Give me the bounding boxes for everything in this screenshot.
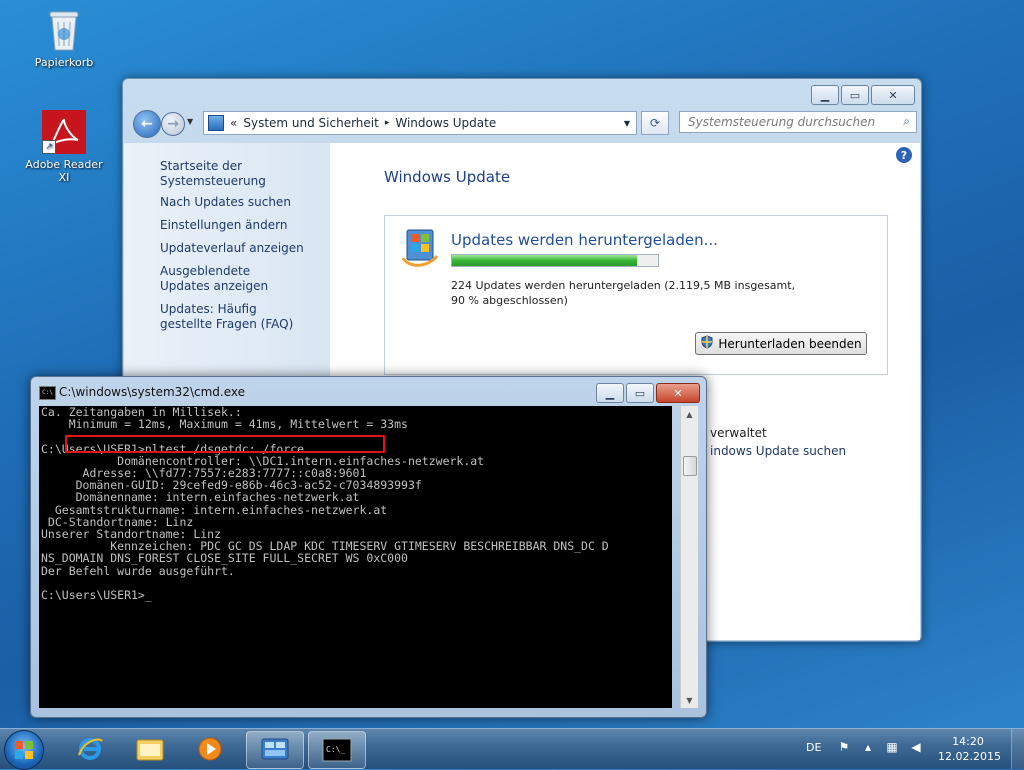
address-bar-row: ← → ▼ « System und Sicherheit ▸ Windows … [131, 109, 917, 138]
update-status-panel: Updates werden heruntergeladen... 224 Up… [384, 215, 888, 375]
clock-date: 12.02.2015 [938, 750, 1001, 763]
breadcrumb-separator[interactable]: ▸ [385, 118, 390, 128]
update-heading: Updates werden heruntergeladen... [451, 231, 718, 249]
cmd-maximize-button[interactable]: ▭ [626, 383, 654, 403]
minimize-icon: ▁ [820, 88, 830, 102]
shortcut-arrow-icon: ↗ [42, 140, 56, 154]
scroll-up-icon[interactable]: ▲ [681, 406, 698, 422]
uac-shield-icon [700, 335, 714, 352]
close-icon: ✕ [673, 386, 683, 400]
internet-explorer-icon [78, 738, 103, 760]
search-updates-link[interactable]: indows Update suchen [710, 444, 846, 458]
window-caption-buttons: ▁ ▭ ✕ [811, 85, 915, 105]
progress-fill [452, 255, 638, 266]
search-icon[interactable]: ⌕ [903, 114, 910, 129]
cmd-close-button[interactable]: ✕ [656, 383, 700, 403]
sidebar-item-check-updates[interactable]: Nach Updates suchen [160, 195, 320, 210]
start-button[interactable] [4, 730, 44, 770]
sidebar-item-history[interactable]: Updateverlauf anzeigen [160, 241, 320, 256]
maximize-icon: ▭ [634, 386, 646, 400]
maximize-icon: ▭ [849, 88, 861, 102]
desktop-icon-recycle-bin[interactable]: Papierkorb [24, 6, 104, 69]
minimize-button[interactable]: ▁ [811, 85, 839, 105]
language-indicator[interactable]: DE [806, 741, 821, 754]
adobe-reader-icon: ↗ [42, 110, 86, 154]
cmd-caption-buttons: ▁ ▭ ✕ [596, 383, 700, 403]
search-placeholder: Systemsteuerung durchsuchen [688, 115, 876, 129]
help-icon[interactable]: ? [896, 147, 912, 163]
control-panel-icon [208, 115, 224, 131]
command-highlight-box [65, 435, 385, 453]
breadcrumb-windows-update[interactable]: Windows Update [395, 116, 496, 130]
sidebar-item-settings[interactable]: Einstellungen ändern [160, 218, 320, 233]
stop-download-button[interactable]: Herunterladen beenden [695, 332, 867, 355]
show-desktop-button[interactable] [1011, 729, 1024, 769]
cmd-minimize-button[interactable]: ▁ [596, 383, 624, 403]
desktop-icon-label: Adobe Reader XI [25, 158, 103, 184]
cmd-window-title: C:\windows\system32\cmd.exe [59, 385, 245, 399]
clock-time: 14:20 [952, 735, 984, 748]
show-hidden-icons-icon[interactable]: ▴ [860, 739, 876, 755]
back-arrow-icon: ← [141, 116, 153, 132]
breadcrumb-overflow[interactable]: « [230, 116, 237, 130]
scroll-down-icon[interactable]: ▼ [681, 692, 698, 708]
media-player-icon [198, 737, 222, 761]
address-dropdown-icon[interactable]: ▼ [624, 119, 630, 128]
taskbar-control-panel[interactable] [246, 731, 304, 769]
cmd-window-icon: C:\ [39, 386, 56, 400]
control-panel-icon [261, 738, 289, 760]
managed-text: verwaltet [710, 426, 767, 440]
taskbar: C:\_ DE ⚑ ▴ ▦ ◀ 14:20 12.02.2015 [0, 728, 1024, 770]
sidebar-item-faq[interactable]: Updates: Häufig gestellte Fragen (FAQ) [160, 302, 300, 332]
network-icon[interactable]: ▦ [884, 739, 900, 755]
file-explorer-icon [136, 739, 164, 761]
desktop-icon-label: Papierkorb [34, 56, 94, 69]
download-progress-bar [451, 254, 659, 267]
action-center-flag-icon[interactable]: ⚑ [836, 739, 852, 755]
search-input[interactable]: Systemsteuerung durchsuchen ⌕ [679, 111, 917, 133]
update-description: 224 Updates werden heruntergeladen (2.11… [451, 279, 796, 307]
scroll-thumb[interactable] [683, 456, 697, 476]
cmd-window: C:\ C:\windows\system32\cmd.exe ▁ ▭ ✕ Ca… [30, 376, 707, 718]
refresh-button[interactable]: ⟳ [641, 111, 669, 135]
svg-text:C:\_: C:\_ [326, 745, 345, 754]
windows-update-icon [401, 228, 441, 268]
back-button[interactable]: ← [133, 110, 161, 138]
recycle-bin-icon [46, 6, 82, 52]
breadcrumb-system-security[interactable]: System und Sicherheit [243, 116, 379, 130]
clock[interactable]: 14:20 12.02.2015 [938, 734, 1001, 764]
forward-button[interactable]: → [161, 112, 185, 136]
close-icon: ✕ [888, 88, 898, 102]
taskbar-media-player[interactable] [182, 731, 238, 767]
desktop-icon-adobe-reader[interactable]: ↗ Adobe Reader XI [24, 110, 104, 184]
close-button[interactable]: ✕ [871, 85, 915, 105]
taskbar-file-explorer[interactable] [122, 731, 178, 767]
console-scrollbar[interactable]: ▲ ▼ [680, 406, 698, 708]
page-title: Windows Update [384, 168, 511, 186]
volume-icon[interactable]: ◀ [908, 739, 924, 755]
minimize-icon: ▁ [605, 386, 615, 400]
address-bar[interactable]: « System und Sicherheit ▸ Windows Update… [203, 111, 637, 135]
system-tray: ⚑ ▴ ▦ ◀ [836, 739, 924, 755]
refresh-icon: ⟳ [649, 116, 661, 130]
taskbar-cmd[interactable]: C:\_ [308, 731, 366, 769]
forward-arrow-icon: → [167, 116, 179, 132]
taskbar-internet-explorer[interactable] [62, 731, 118, 767]
cmd-icon: C:\_ [322, 738, 352, 762]
sidebar-item-hidden-updates[interactable]: Ausgeblendete Updates anzeigen [160, 264, 300, 294]
recent-pages-dropdown[interactable]: ▼ [187, 117, 193, 126]
windows-logo-icon [15, 741, 33, 759]
maximize-button[interactable]: ▭ [841, 85, 869, 105]
stop-download-label: Herunterladen beenden [718, 336, 862, 351]
sidebar-item-home[interactable]: Startseite der Systemsteuerung [160, 159, 320, 189]
